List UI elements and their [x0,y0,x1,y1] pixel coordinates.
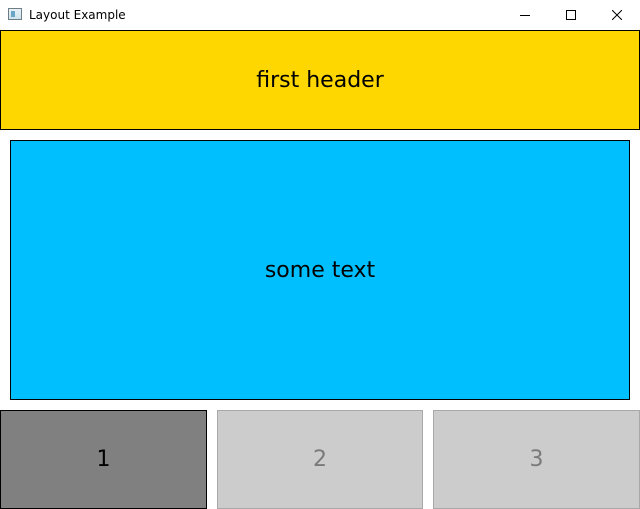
tab-1-button[interactable]: 1 [0,410,207,509]
window-title: Layout Example [29,8,126,22]
application-window: Layout Example first header some text 1 … [0,0,640,509]
maximize-button[interactable] [548,0,594,30]
tab-3-button[interactable]: 3 [433,410,640,509]
window-app-icon[interactable] [8,8,22,20]
maximize-icon [566,10,576,20]
tab-3-label: 3 [529,447,544,472]
tab-1-label: 1 [96,447,111,472]
minimize-icon [520,15,530,16]
title-bar[interactable]: Layout Example [0,0,640,30]
tab-2-label: 2 [313,447,327,472]
content-panel: some text [10,140,630,400]
content-text: some text [264,257,376,283]
first-header: first header [0,30,640,130]
close-icon [612,10,622,20]
minimize-button[interactable] [502,0,548,30]
tab-2-button[interactable]: 2 [217,410,423,509]
header-text: first header [256,67,384,93]
close-button[interactable] [594,0,640,30]
